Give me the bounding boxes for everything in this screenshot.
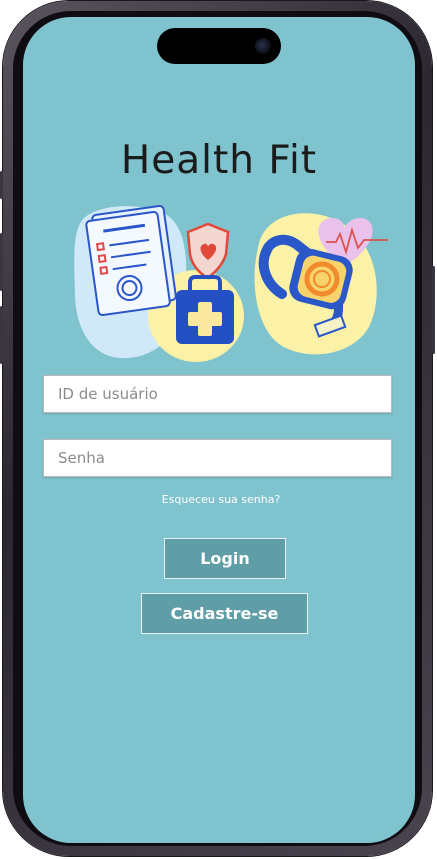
forgot-password-link[interactable]: Esqueceu sua senha? (23, 493, 419, 506)
clipboard-checklist-icon (85, 204, 177, 317)
mute-switch (0, 171, 3, 199)
shield-heart-icon (186, 222, 230, 280)
power-button (432, 266, 435, 354)
app-title: Health Fit (120, 138, 318, 183)
volume-up-button (0, 233, 3, 291)
health-illustration (74, 204, 388, 362)
signup-button[interactable]: Cadastre-se (141, 593, 308, 634)
front-camera-icon (255, 38, 271, 54)
login-button[interactable]: Login (164, 538, 286, 579)
user-id-input[interactable] (43, 375, 392, 413)
password-input[interactable] (43, 439, 392, 477)
dynamic-island (157, 28, 281, 64)
volume-down-button (0, 306, 3, 364)
